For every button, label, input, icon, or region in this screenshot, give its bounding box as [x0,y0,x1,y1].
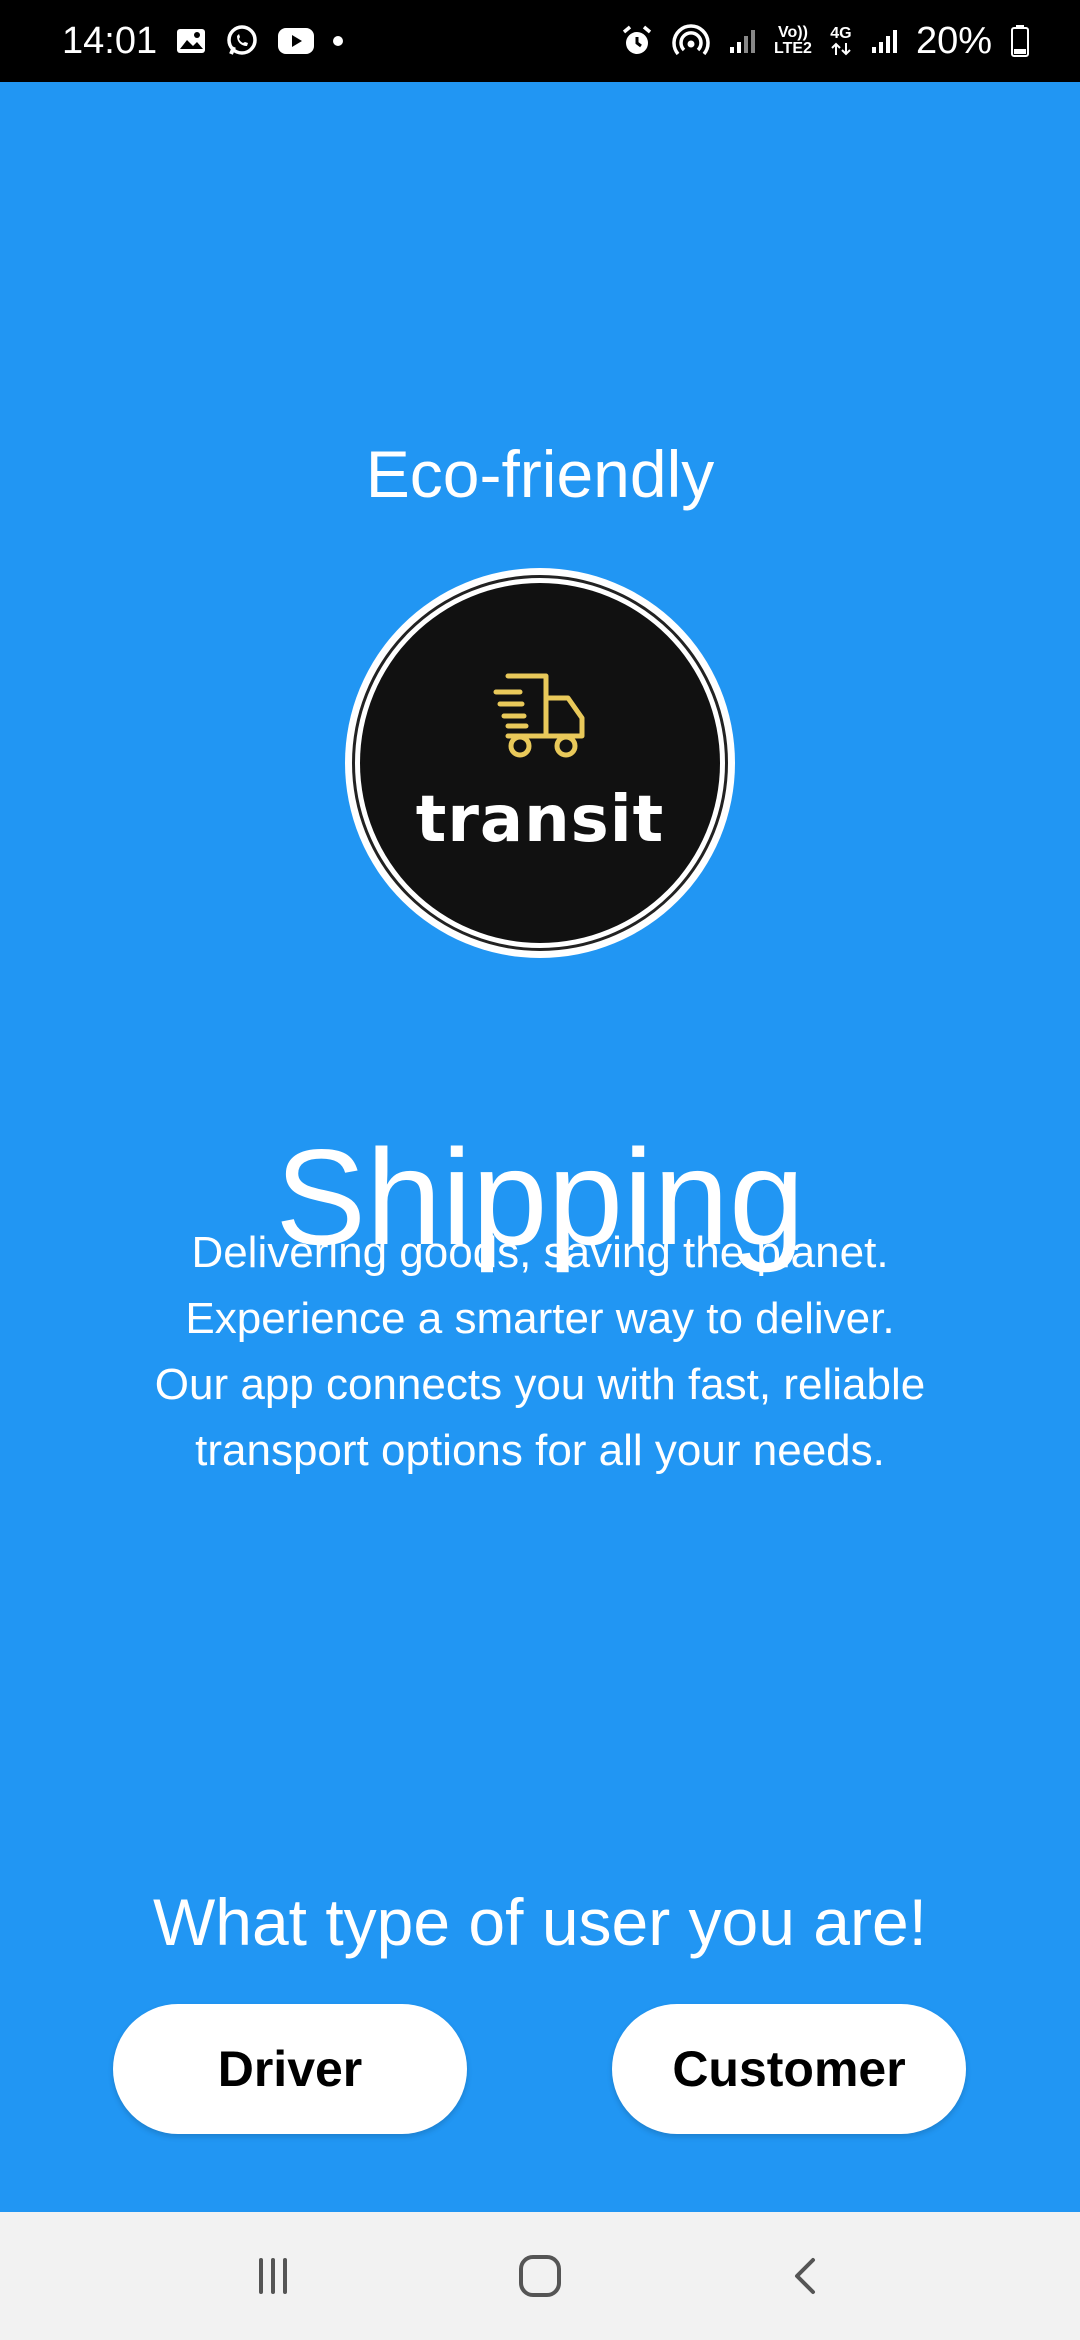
hotspot-icon [672,24,710,58]
signal-icon [728,27,756,55]
description-line: Our app connects you with fast, reliable [154,1360,926,1409]
recents-icon[interactable] [223,2226,323,2326]
eco-title: Eco-friendly [365,437,715,511]
image-icon [175,26,207,56]
driver-button[interactable]: Driver [113,2004,467,2134]
status-bar: 14:01 Vo)) LTE2 4G 20% [0,0,1080,82]
home-icon[interactable] [490,2226,590,2326]
logo-ring: transit [352,575,728,951]
battery-icon [1010,24,1030,58]
description-line: Experience a smarter way to deliver. [185,1294,895,1343]
notification-dot-icon [333,36,344,46]
alarm-icon [620,24,654,58]
status-time: 14:01 [62,19,158,62]
app-logo: transit [345,568,735,958]
status-right: Vo)) LTE2 4G 20% [620,20,1030,63]
youtube-icon [277,27,315,55]
signal-icon-2 [870,27,898,55]
description: Delivering goods, saving the planet. Exp… [100,1220,980,1484]
navigation-bar [0,2212,1080,2340]
customer-button[interactable]: Customer [612,2004,966,2134]
back-icon[interactable] [757,2226,857,2326]
data-4g-icon: 4G [830,26,852,56]
whatsapp-icon [225,24,259,58]
user-type-question: What type of user you are! [152,1885,928,1959]
description-line: transport options for all your needs. [195,1426,885,1475]
description-line: Delivering goods, saving the planet. [191,1228,889,1277]
onboarding-screen: Eco-friendly transit Shipping Delivering… [0,82,1080,2212]
truck-icon [490,670,590,765]
network-type-icon: Vo)) LTE2 [774,24,812,57]
logo-text: transit [415,782,665,857]
logo-inner: transit [360,583,720,943]
battery-percent: 20% [915,19,992,62]
status-left: 14:01 [62,19,344,63]
